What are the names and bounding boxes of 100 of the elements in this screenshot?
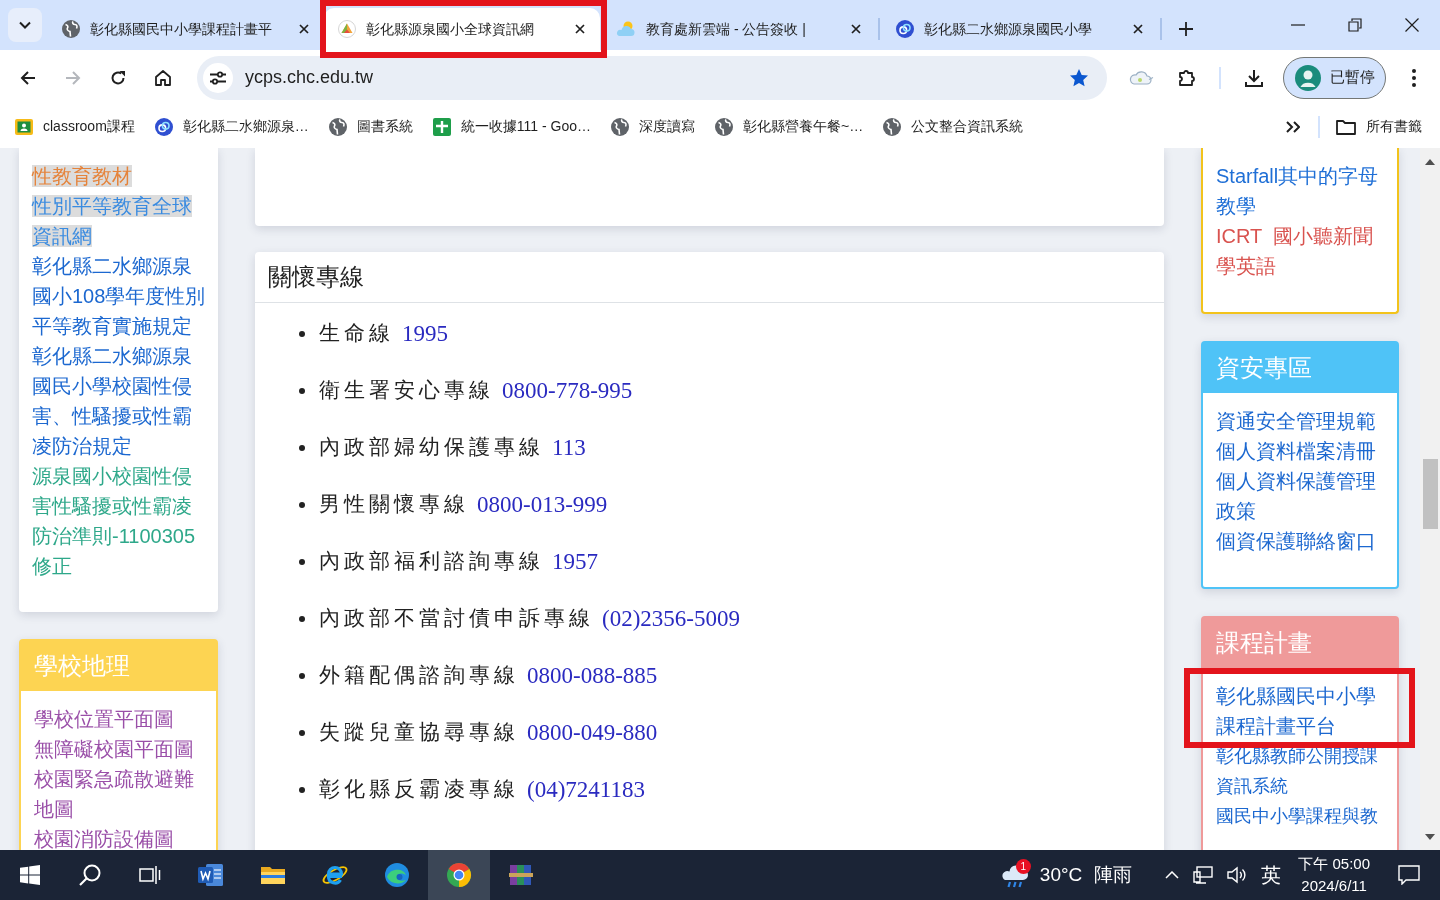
hotline-name: 失蹤兒童協尋專線 xyxy=(319,719,519,747)
phone-number-link[interactable]: 1957 xyxy=(552,544,598,580)
sidebar-link[interactable]: ICRT 國小聽新聞學英語 xyxy=(1216,221,1387,281)
bookmark-item[interactable]: 圖書系統 xyxy=(320,112,421,141)
sidebar-link[interactable]: 個人資料檔案清冊 xyxy=(1216,436,1387,466)
phone-number-link[interactable]: 0800-013-999 xyxy=(477,487,608,523)
chevron-up-icon xyxy=(1165,871,1180,879)
sidebar-link[interactable]: Starfall其中的字母教學 xyxy=(1216,161,1387,221)
globe-icon xyxy=(883,117,902,136)
globe-icon xyxy=(62,20,80,38)
address-bar[interactable]: ycps.chc.edu.tw xyxy=(197,55,1107,100)
triangle-logo-icon xyxy=(338,20,356,38)
bullet-icon xyxy=(299,787,305,793)
sidebar-link[interactable]: 無障礙校園平面圖 xyxy=(34,734,206,764)
sidebar-link[interactable]: 彰化縣國民中小學課程計畫平台 xyxy=(1216,681,1387,741)
bullet-icon xyxy=(299,388,305,394)
browser-app-button[interactable] xyxy=(428,850,490,900)
browser-tab[interactable]: 教育處新雲端 - 公告簽收 | xyxy=(600,8,876,50)
bookmark-item[interactable]: classroom課程 xyxy=(7,112,143,141)
sidebar-link[interactable]: 國民中小學課程與教 xyxy=(1216,801,1387,831)
hotline-name: 外籍配偶諮詢專線 xyxy=(319,662,519,690)
sidebar-link[interactable]: 資通安全管理規範 xyxy=(1216,406,1387,436)
hotline-name: 衛生署安心專線 xyxy=(319,377,494,405)
sidebar-link[interactable]: 校園緊急疏散避難地圖 xyxy=(34,764,206,824)
clock-button[interactable]: 下午 05:00 2024/6/11 xyxy=(1290,850,1378,900)
sidebar-link[interactable]: 彰化縣二水鄉源泉國小108學年度性別平等教育實施規定 xyxy=(32,251,208,341)
download-icon xyxy=(1244,67,1264,88)
windows-logo-icon xyxy=(20,865,40,885)
profile-button[interactable]: 已暫停 xyxy=(1283,56,1386,99)
close-icon xyxy=(1133,24,1143,34)
rings-logo-icon xyxy=(154,117,173,136)
hotline-name: 內政部不當討債申訴專線 xyxy=(319,605,594,633)
phone-number-link[interactable]: 0800-088-885 xyxy=(527,658,658,694)
scrollbar-thumb[interactable] xyxy=(1422,459,1438,529)
scroll-up-icon[interactable] xyxy=(1425,159,1435,165)
close-icon xyxy=(299,24,309,34)
phone-number-link[interactable]: 113 xyxy=(552,430,586,466)
double-chevron-icon xyxy=(1286,120,1300,133)
globe-icon xyxy=(328,117,347,136)
cloud-icon xyxy=(1128,69,1154,86)
sidebar-link[interactable]: 學校位置平面圖 xyxy=(34,704,206,734)
tab-search-button[interactable] xyxy=(8,8,42,42)
puzzle-icon xyxy=(1177,67,1197,88)
phone-number-link[interactable]: 0800-049-880 xyxy=(527,715,658,751)
card-title: 關懷專線 xyxy=(255,252,1164,303)
file-folder-icon xyxy=(260,864,286,886)
bullet-icon xyxy=(299,673,305,679)
bullet-icon xyxy=(299,445,305,451)
phone-number-link[interactable]: (04)7241183 xyxy=(527,772,645,808)
notification-icon xyxy=(1398,865,1420,885)
word-icon xyxy=(198,863,224,887)
hotline-name: 內政部婦幼保護專線 xyxy=(319,434,544,462)
globe-icon xyxy=(715,117,733,136)
phone-number-link[interactable]: 1995 xyxy=(402,316,448,352)
close-icon xyxy=(851,24,861,34)
weather-widget[interactable]: 1 30°C 陣雨 xyxy=(991,850,1141,900)
star-icon xyxy=(1069,67,1089,88)
browser-tab[interactable]: 彰化縣源泉國小全球資訊網 xyxy=(324,8,600,50)
hotline-name: 內政部福利諮詢專線 xyxy=(319,548,544,576)
close-icon xyxy=(575,24,585,34)
bookmark-button[interactable] xyxy=(1069,67,1089,88)
sidebar-link[interactable]: 彰化縣教師公開授課資訊系統 xyxy=(1216,741,1387,801)
bookmark-item[interactable]: 統一收據111 - Goo… xyxy=(424,112,599,141)
bookmark-item[interactable]: 彰化縣二水鄉源泉… xyxy=(146,112,317,141)
bookmark-item[interactable]: 深度讀寫 xyxy=(603,112,703,141)
card-header: 課程計畫 xyxy=(1203,618,1397,668)
hotline-name: 男性關懷專線 xyxy=(319,491,469,519)
hotline-name: 彰化縣反霸凌專線 xyxy=(319,776,519,804)
chevron-down-icon xyxy=(19,21,31,29)
home-icon xyxy=(154,68,172,87)
task-view-icon xyxy=(139,865,161,885)
minimize-icon xyxy=(1290,24,1305,26)
restore-icon xyxy=(1347,18,1362,32)
spreadsheet-icon xyxy=(432,117,451,136)
tune-icon xyxy=(209,70,227,85)
sidebar-link[interactable]: 個資保護聯絡窗口 xyxy=(1216,526,1387,556)
avatar-icon xyxy=(1295,64,1321,91)
swirl-logo-icon xyxy=(384,862,410,888)
bullet-icon xyxy=(299,331,305,337)
phone-number-link[interactable]: (02)2356-5009 xyxy=(602,601,740,637)
scroll-down-icon[interactable] xyxy=(1425,834,1435,840)
bookmark-item[interactable]: 彰化縣營養午餐~… xyxy=(707,112,872,141)
browser-tab[interactable]: 彰化縣二水鄉源泉國民小學 xyxy=(882,8,1158,50)
input-method-button[interactable]: 英 xyxy=(1254,850,1289,900)
sidebar-link[interactable]: 彰化縣二水鄉源泉國民小學校園性侵害、性騷擾或性霸凌防治規定 xyxy=(32,341,208,461)
site-info-button[interactable] xyxy=(203,62,233,93)
bookmark-item[interactable]: 公文整合資訊系統 xyxy=(875,112,1032,141)
book-stack-icon xyxy=(508,863,534,887)
bullet-icon xyxy=(299,730,305,736)
reload-icon xyxy=(110,69,126,86)
all-bookmarks-button[interactable]: 所有書籤 xyxy=(1328,112,1430,141)
card-header: 資安專區 xyxy=(1203,343,1397,393)
phone-number-link[interactable]: 0800-778-995 xyxy=(502,373,633,409)
sidebar-link[interactable]: 個人資料保護管理政策 xyxy=(1216,466,1387,526)
browser-tab[interactable]: 彰化縣國民中小學課程計畫平 xyxy=(48,8,324,50)
sidebar-link[interactable]: 校園消防設備圖 xyxy=(34,824,206,850)
bullet-icon xyxy=(299,559,305,565)
cloud-sun-icon xyxy=(614,20,636,38)
speaker-icon xyxy=(1227,866,1248,884)
plus-icon xyxy=(1179,22,1193,36)
